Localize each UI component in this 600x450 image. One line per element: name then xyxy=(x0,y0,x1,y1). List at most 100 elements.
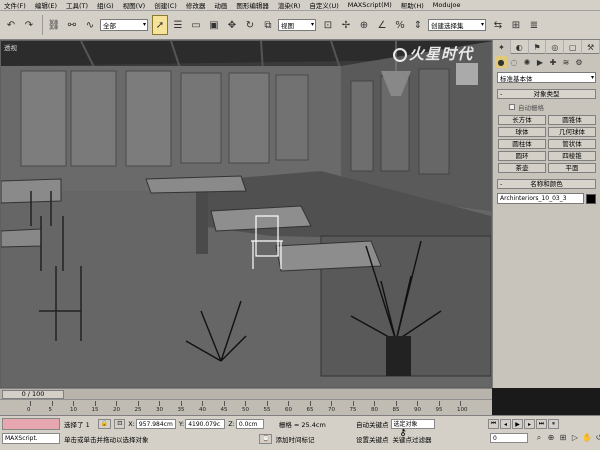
select-object-icon[interactable]: ➚ xyxy=(152,15,168,35)
menu-item[interactable]: MAXScript(M) xyxy=(348,1,392,9)
time-tag-icon[interactable]: ⌚ xyxy=(259,434,273,444)
utilities-tab-icon[interactable]: ⚒ xyxy=(582,40,600,54)
pyramid-button[interactable]: 四棱锥 xyxy=(548,151,596,161)
systems-icon[interactable]: ⚙ xyxy=(573,56,585,68)
add-time-tag[interactable]: 添加时间标记 xyxy=(275,434,314,444)
motion-tab-icon[interactable]: ◎ xyxy=(546,40,565,54)
tube-button[interactable]: 管状体 xyxy=(548,139,596,149)
modify-tab-icon[interactable]: ◐ xyxy=(511,40,529,54)
spinner-snap-icon[interactable]: ⇕ xyxy=(410,15,426,35)
shapes-icon[interactable]: ◌ xyxy=(508,56,520,68)
rotate-icon[interactable]: ↻ xyxy=(242,15,258,35)
manipulate-icon[interactable]: ✢ xyxy=(338,15,354,35)
snap-toggle-icon[interactable]: ⊕ xyxy=(356,15,372,35)
menu-item[interactable]: 组(G) xyxy=(97,0,114,10)
move-icon[interactable]: ✥ xyxy=(224,15,240,35)
x-coordinate-field[interactable]: 957.984cm xyxy=(135,419,176,429)
link-icon[interactable]: ⛓ xyxy=(46,15,62,35)
trackbar-tick-label: 0 xyxy=(27,407,31,413)
torus-button[interactable]: 圆环 xyxy=(498,151,546,161)
key-mode-icon[interactable]: ⏸ xyxy=(548,419,559,429)
ref-coord-dropdown[interactable]: 视图 ▾ xyxy=(278,19,316,31)
play-icon[interactable]: ▶ xyxy=(512,419,523,429)
y-coordinate-field[interactable]: 4190.079c xyxy=(185,419,226,429)
zoom-icon[interactable]: ⌕ xyxy=(534,431,544,444)
next-frame-icon[interactable]: ▸ xyxy=(524,419,535,429)
menu-item[interactable]: ModuJoe xyxy=(433,1,461,9)
viewport-label[interactable]: 透视 xyxy=(4,42,17,52)
absolute-mode-icon[interactable]: ⊡ xyxy=(114,419,126,429)
zoom-extents-icon[interactable]: ⊞ xyxy=(558,431,568,444)
select-by-name-icon[interactable]: ☰ xyxy=(170,15,186,35)
menu-item[interactable]: 工具(T) xyxy=(66,0,88,10)
key-filter-button[interactable]: 关键点过滤器 xyxy=(393,434,432,444)
plane-button[interactable]: 平面 xyxy=(548,163,596,173)
name-color-rollout[interactable]: - 名称和颜色 xyxy=(497,179,596,189)
mirror-icon[interactable]: ⇆ xyxy=(490,15,506,35)
sphere-button[interactable]: 球体 xyxy=(498,127,546,137)
goto-start-icon[interactable]: ⏮ xyxy=(488,419,499,429)
menu-item[interactable]: 图形编辑器 xyxy=(236,0,269,10)
trackbar[interactable]: 0 5 10 15 20 25 30 35 40 45 50 55 60 65 70 75 80 85 90 95 10… xyxy=(0,399,492,415)
spacewarps-icon[interactable]: ≋ xyxy=(560,56,572,68)
perspective-viewport[interactable]: 透视 火星时代 xyxy=(0,40,492,388)
teapot-button[interactable]: 茶壶 xyxy=(498,163,546,173)
autokey-button[interactable]: 自动关键点 xyxy=(356,419,389,429)
primitive-category-dropdown[interactable]: 标准基本体 ▾ xyxy=(497,72,596,83)
zoom-all-icon[interactable]: ⊕ xyxy=(546,431,556,444)
named-selection-dropdown[interactable]: 创建选择集 ▾ xyxy=(428,19,486,31)
undo-icon[interactable]: ↶ xyxy=(3,15,19,35)
helpers-icon[interactable]: ✚ xyxy=(547,56,559,68)
window-crossing-icon[interactable]: ▣ xyxy=(206,15,222,35)
menu-item[interactable]: 创建(C) xyxy=(154,0,177,10)
align-icon[interactable]: ⊞ xyxy=(508,15,524,35)
goto-end-icon[interactable]: ⏭ xyxy=(536,419,547,429)
angle-snap-icon[interactable]: ∠ xyxy=(374,15,390,35)
prev-frame-icon[interactable]: ◂ xyxy=(500,419,511,429)
fov-icon[interactable]: ▷ xyxy=(570,431,580,444)
unlink-icon[interactable]: ⚯ xyxy=(64,15,80,35)
maxscript-mini-field[interactable]: MAXScript. xyxy=(2,433,60,444)
display-tab-icon[interactable]: ▢ xyxy=(564,40,583,54)
geometry-icon[interactable]: ● xyxy=(495,56,507,68)
time-slider-track[interactable]: 0 / 100 xyxy=(0,388,492,399)
cylinder-button[interactable]: 圆柱体 xyxy=(498,139,546,149)
time-slider-thumb[interactable]: 0 / 100 xyxy=(2,390,64,399)
menu-item[interactable]: 修改器 xyxy=(186,0,206,10)
hierarchy-tab-icon[interactable]: ⚑ xyxy=(529,40,547,54)
lock-selection-icon[interactable]: 🔒 xyxy=(97,419,112,429)
maxscript-listener[interactable] xyxy=(2,418,60,430)
redo-icon[interactable]: ↷ xyxy=(21,15,37,35)
layer-manager-icon[interactable]: ≣ xyxy=(526,15,542,35)
menu-item[interactable]: 文件(F) xyxy=(4,0,26,10)
pivot-center-icon[interactable]: ⊡ xyxy=(320,15,336,35)
percent-snap-icon[interactable]: % xyxy=(392,15,408,35)
lights-icon[interactable]: ✺ xyxy=(521,56,533,68)
box-button[interactable]: 长方体 xyxy=(498,115,546,125)
orbit-icon[interactable]: ↺ xyxy=(594,431,600,444)
geosphere-button[interactable]: 几何球体 xyxy=(548,127,596,137)
autogrid-checkbox[interactable]: 自动栅格 xyxy=(509,102,600,112)
chevron-down-icon: ▾ xyxy=(142,21,146,28)
object-color-swatch[interactable] xyxy=(586,193,596,204)
menu-item[interactable]: 编辑(E) xyxy=(35,0,57,10)
scale-icon[interactable]: ⧉ xyxy=(260,15,276,35)
selection-filter-dropdown[interactable]: 全部 ▾ xyxy=(100,19,148,31)
create-tab-icon[interactable]: ✦ xyxy=(493,40,511,54)
menu-item[interactable]: 渲染(R) xyxy=(278,0,301,10)
bind-spacewarp-icon[interactable]: ∿ xyxy=(82,15,98,35)
setkey-button[interactable]: 设置关键点 xyxy=(356,434,389,444)
current-frame-field[interactable]: 0 xyxy=(490,433,528,443)
cameras-icon[interactable]: ▶ xyxy=(534,56,546,68)
object-type-rollout[interactable]: - 对象类型 xyxy=(497,89,596,99)
cone-button[interactable]: 圆锥体 xyxy=(548,115,596,125)
z-coordinate-field[interactable]: 0.0cm xyxy=(235,419,264,429)
menu-item[interactable]: 帮助(H) xyxy=(401,0,424,10)
menu-item[interactable]: 自定义(U) xyxy=(309,0,338,10)
rect-selection-icon[interactable]: ▭ xyxy=(188,15,204,35)
object-name-field[interactable]: Archinteriors_10_03_3 xyxy=(497,193,584,204)
selected-object-dropdown[interactable]: 选定对象 xyxy=(390,419,435,429)
pan-icon[interactable]: ✋ xyxy=(582,431,592,444)
menu-item[interactable]: 动画 xyxy=(214,0,227,10)
menu-item[interactable]: 视图(V) xyxy=(123,0,146,10)
